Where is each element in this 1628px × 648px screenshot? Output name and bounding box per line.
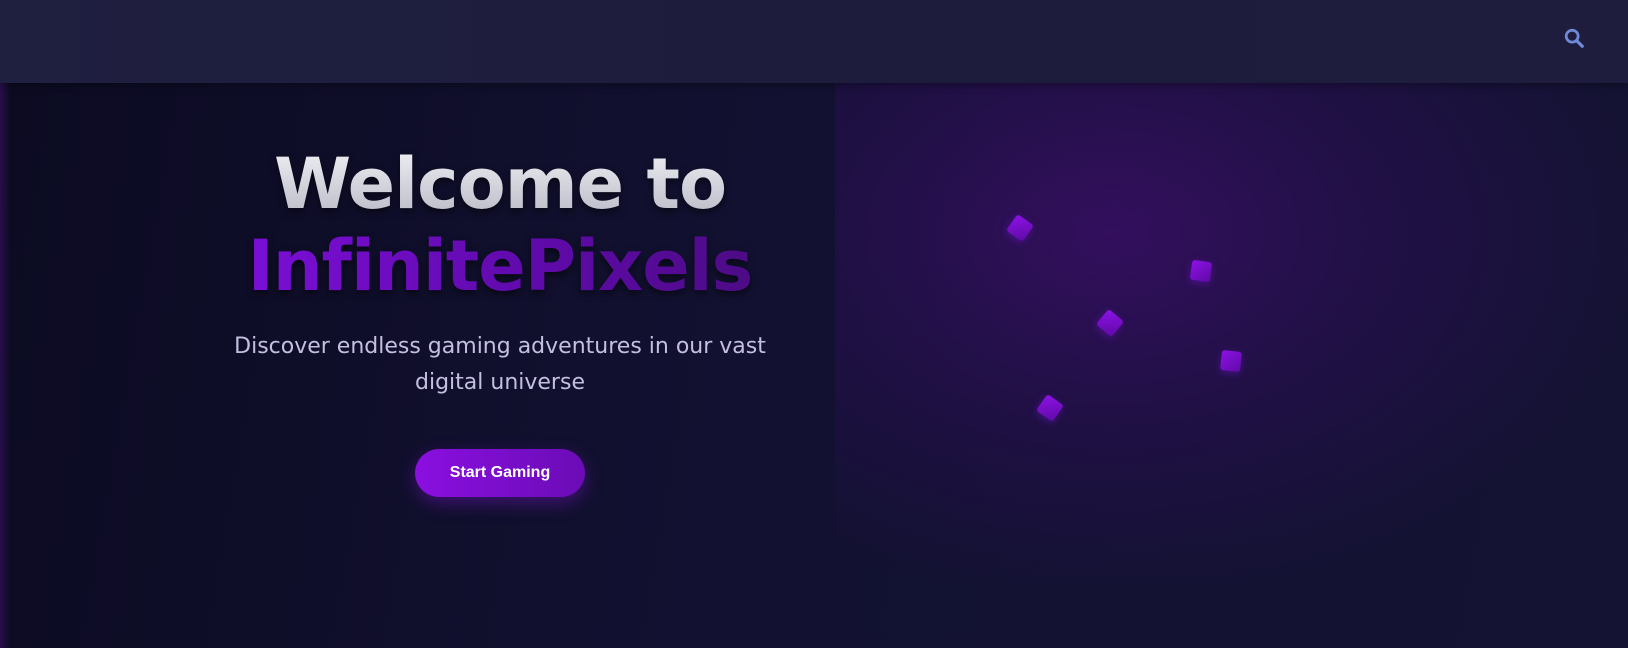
hero-title-brand: InfinitePixels	[247, 225, 754, 307]
top-navbar	[0, 0, 1628, 83]
start-gaming-button[interactable]: Start Gaming	[415, 449, 585, 497]
hero-text: Welcome to InfinitePixels Discover endle…	[200, 143, 800, 401]
hero-title-line1: Welcome to	[273, 143, 727, 225]
hero-glow	[835, 83, 1628, 583]
hero-section: Welcome to InfinitePixels Discover endle…	[0, 83, 1628, 648]
floating-cube-icon	[1189, 259, 1213, 283]
search-icon	[1564, 28, 1584, 48]
search-button[interactable]	[1561, 25, 1587, 51]
floating-cube-icon	[1220, 350, 1242, 372]
hero-title: Welcome to InfinitePixels	[200, 143, 800, 307]
hero-subtitle: Discover endless gaming adventures in ou…	[234, 334, 766, 395]
